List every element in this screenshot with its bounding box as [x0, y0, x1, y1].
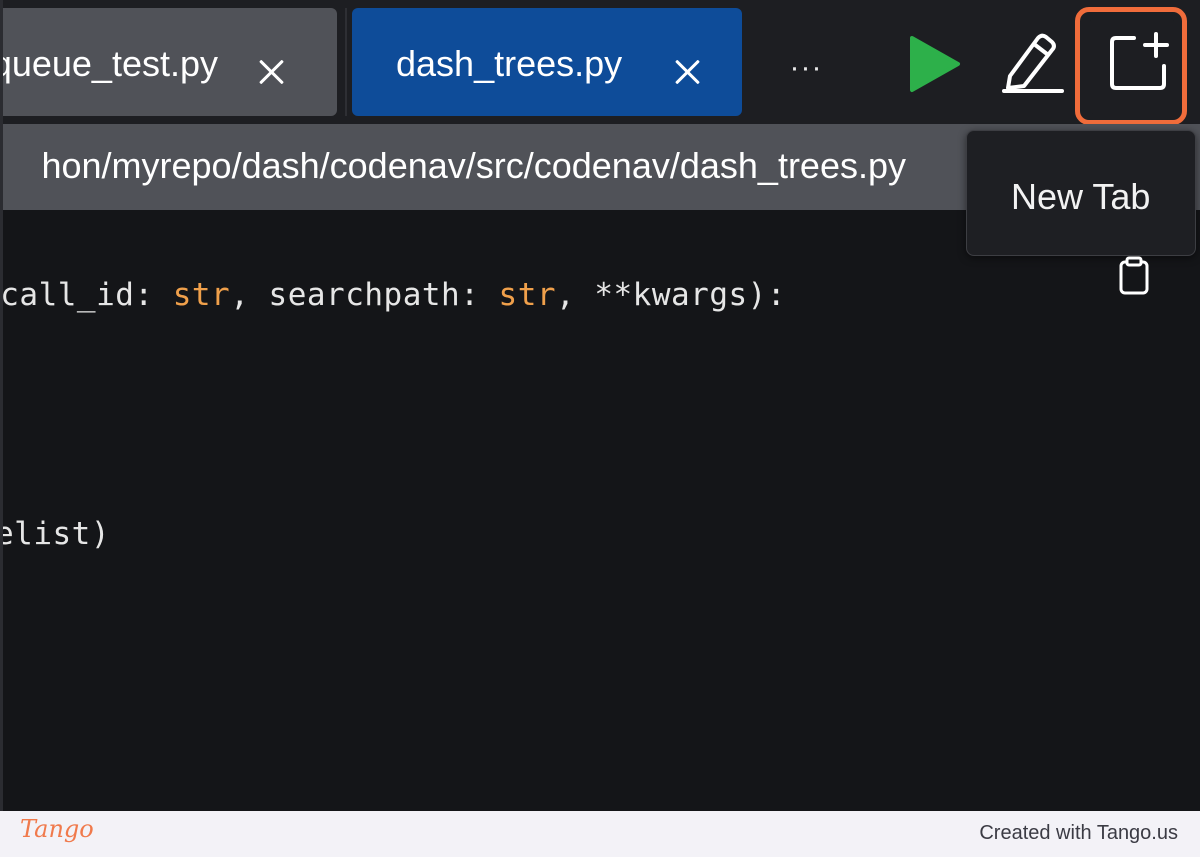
- pencil-icon[interactable]: [1000, 30, 1066, 94]
- close-icon[interactable]: [258, 58, 286, 86]
- new-tab-tooltip: New Tab: [966, 130, 1196, 256]
- tab-dash-trees[interactable]: dash_trees.py: [352, 8, 742, 116]
- tab-queue-test[interactable]: queue_test.py: [0, 8, 337, 116]
- more-tabs-button[interactable]: ···: [784, 46, 828, 90]
- editor-window: queue_test.py dash_trees.py ··· hon/myre…: [0, 0, 1200, 811]
- credit-text: Created with Tango.us: [979, 822, 1178, 844]
- close-icon[interactable]: [674, 58, 702, 86]
- window-edge: [0, 0, 3, 811]
- tab-label: queue_test.py: [0, 43, 218, 84]
- code-token-type: str: [172, 277, 231, 313]
- code-line: elist): [0, 516, 110, 552]
- tab-bar: queue_test.py dash_trees.py ···: [0, 0, 1200, 125]
- code-token: call_id:: [0, 277, 173, 313]
- tooltip-text: New Tab: [1011, 176, 1151, 217]
- code-token: , **kwargs):: [556, 277, 786, 313]
- tab-label: dash_trees.py: [396, 43, 623, 84]
- tab-divider: [345, 8, 347, 116]
- new-tab-highlight: [1075, 7, 1187, 125]
- clipboard-icon[interactable]: [1118, 256, 1150, 296]
- tango-logo: Tango: [20, 815, 94, 843]
- footer: Tango Created with Tango.us: [0, 811, 1200, 857]
- file-path: hon/myrepo/dash/codenav/src/codenav/dash…: [41, 145, 906, 186]
- code-token: , searchpath:: [230, 277, 499, 313]
- play-icon[interactable]: [906, 34, 962, 94]
- code-line: call_id: str, searchpath: str, **kwargs)…: [0, 280, 786, 311]
- code-token-type: str: [498, 277, 557, 313]
